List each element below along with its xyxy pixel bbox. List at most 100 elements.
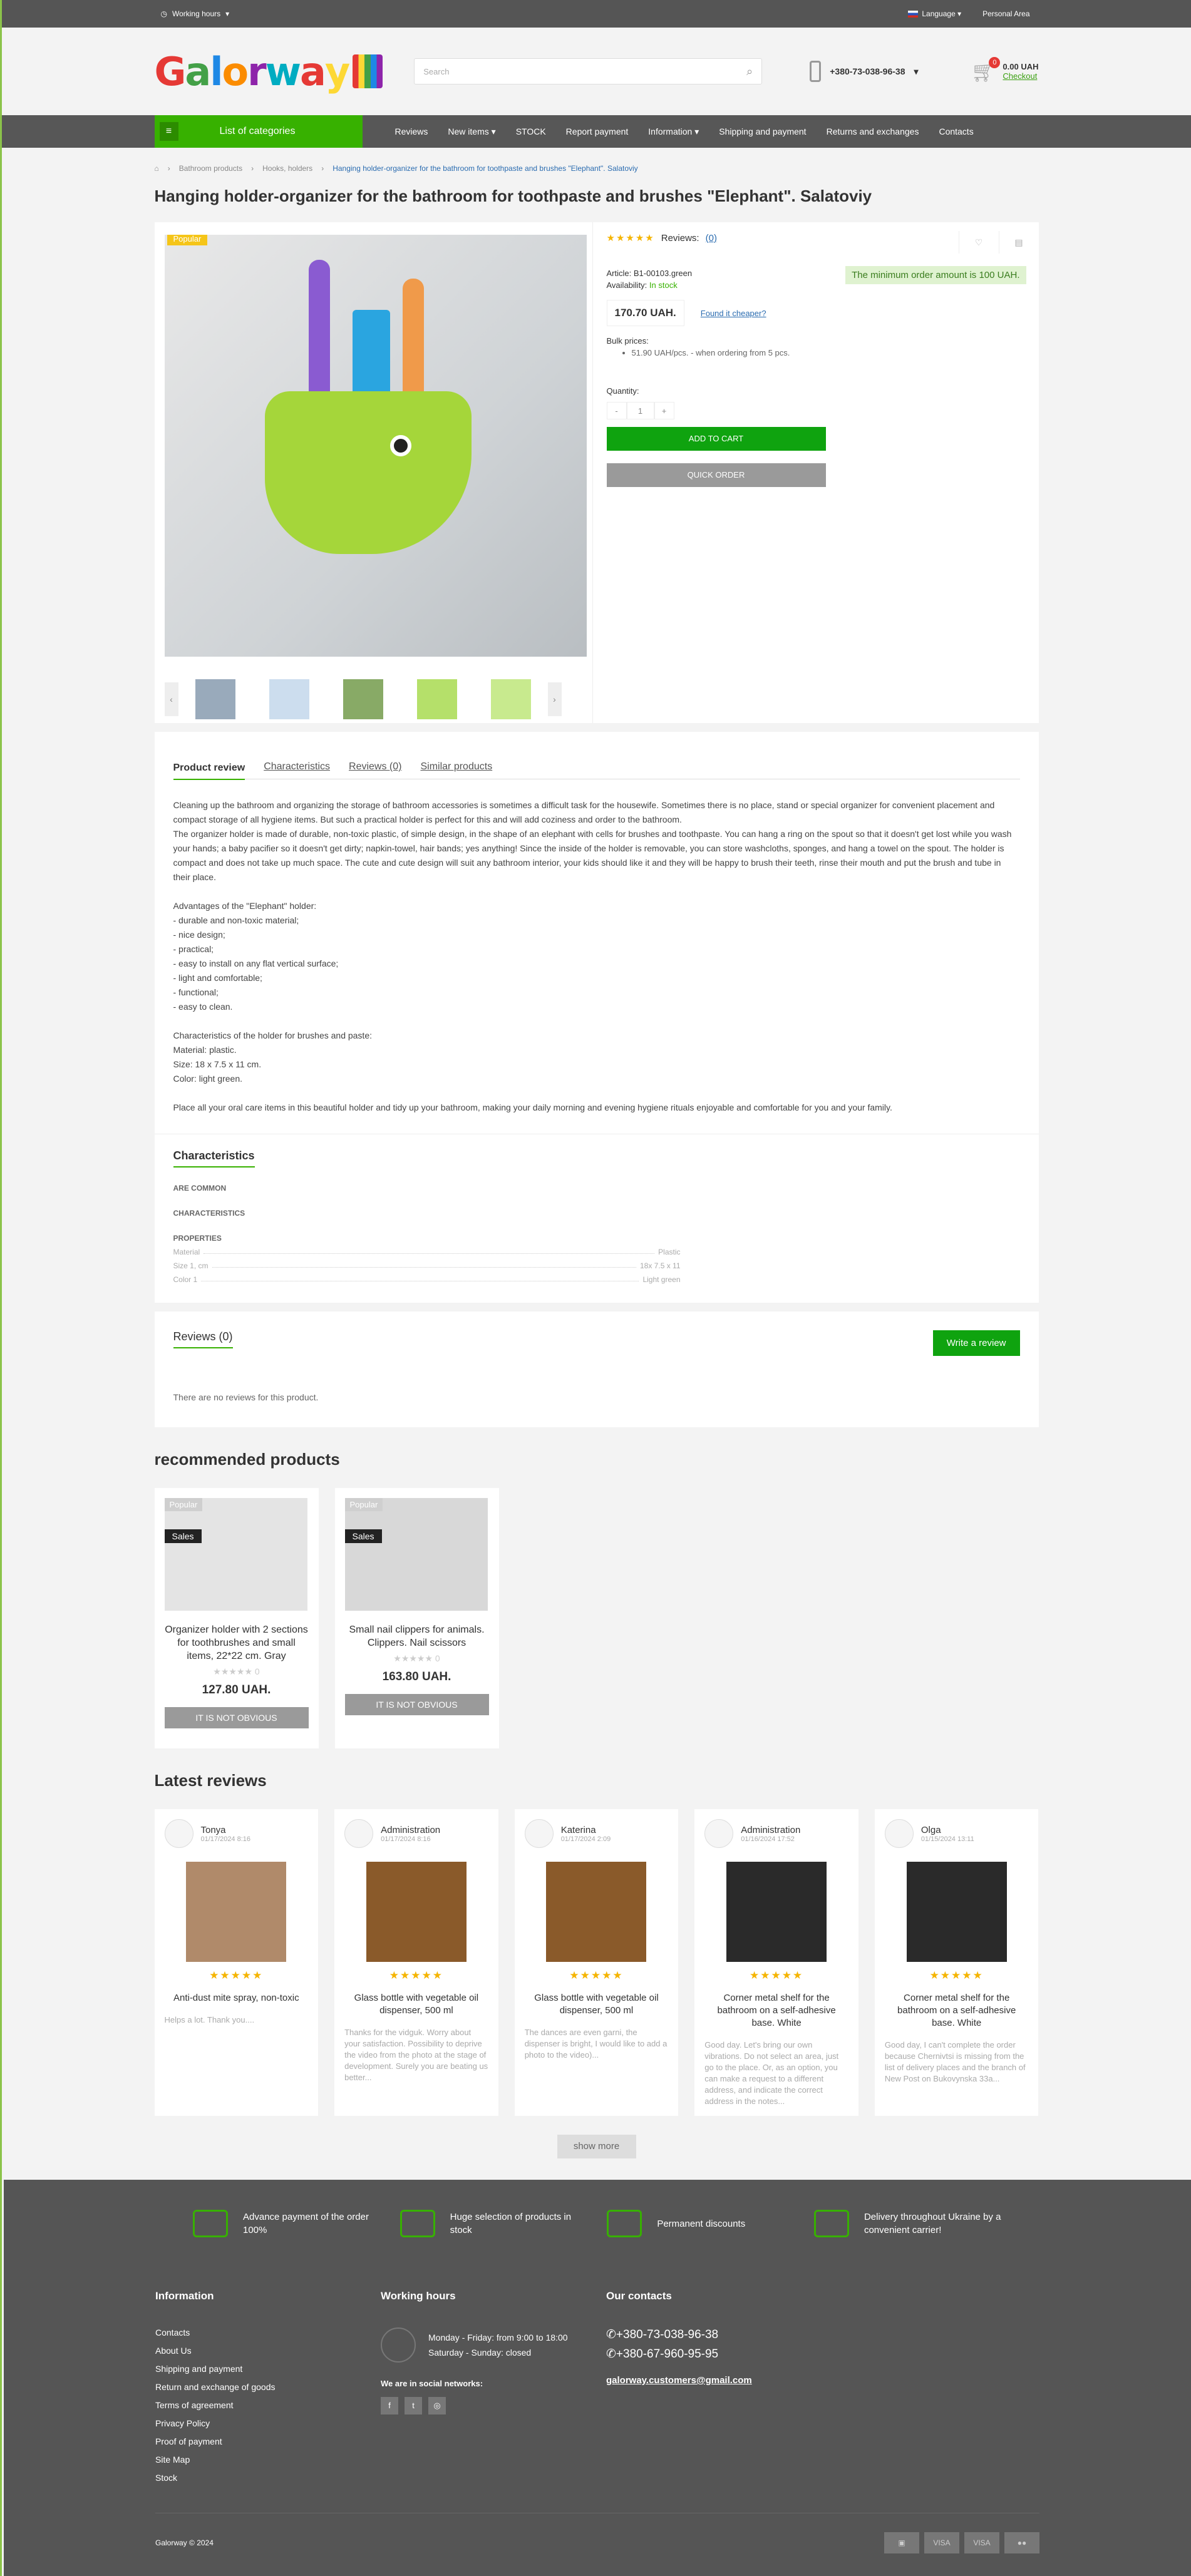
breadcrumb-item[interactable]: Hooks, holders [262,164,312,173]
write-review-button[interactable]: Write a review [932,1330,1020,1356]
home-icon[interactable]: ⌂ [155,164,159,173]
found-cheaper-link[interactable]: Found it cheaper? [701,309,766,318]
nav-returns[interactable]: Returns and exchanges [817,126,929,137]
availability-status: In stock [649,280,678,290]
phone-link[interactable]: ✆+380-73-038-96-38 [606,2327,832,2342]
payment-icons: ▣ VISA VISA ●● [884,2532,1039,2553]
review-date: 01/17/2024 8:16 [381,1835,431,1843]
cart-widget[interactable]: 🛒︎ 0 0.00 UAH Checkout [971,57,1039,83]
nav-contacts[interactable]: Contacts [929,126,983,137]
description-line: Characteristics of the holder for brushe… [173,1030,373,1040]
product-description: Cleaning up the bathroom and organizing … [173,779,1020,1115]
thumbnail[interactable] [416,679,457,719]
rating-stars: ★★★★★ [606,233,655,244]
nav-shipping[interactable]: Shipping and payment [709,126,816,137]
thumbnail[interactable] [343,679,383,719]
review-card[interactable]: Katerina 01/17/2024 2:09 ★★★★★ Glass bottle… [514,1809,679,2116]
review-product-image[interactable] [186,1862,287,1962]
nav-new-items[interactable]: New items ▾ [438,126,505,137]
reviewer-name: Olga [920,1824,941,1835]
phone-link[interactable]: ✆+380-67-960-95-95 [606,2347,832,2361]
not-obvious-button[interactable]: IT IS NOT OBVIOUS [344,1694,489,1715]
page-title: Hanging holder-organizer for the bathroo… [154,187,872,205]
increase-button[interactable]: + [654,402,674,419]
footer-link[interactable]: Proof of payment [155,2436,381,2446]
char-row: Size 1, cm 18x 7.5 x 11 [173,1261,681,1270]
footer-info: Information Contacts About Us Shipping and… [155,2290,381,2491]
compare-icon[interactable]: ▤ [998,231,1039,254]
review-product-image[interactable] [906,1862,1007,1962]
facebook-icon[interactable]: f [381,2397,398,2414]
twitter-icon[interactable]: t [405,2397,422,2414]
review-product-image[interactable] [366,1862,467,1962]
avatar [164,1819,193,1848]
feature-item: Delivery throughout Ukraine by a conveni… [813,2210,1002,2237]
review-product-image[interactable] [726,1862,827,1962]
review-product-title[interactable]: Anti-dust mite spray, non-toxic [165,1992,309,2004]
thumbnail[interactable] [195,679,235,719]
footer-link[interactable]: Return and exchange of goods [155,2382,381,2392]
categories-button[interactable]: ≡ List of categories [154,115,363,148]
footer-link[interactable]: Contacts [155,2327,381,2337]
working-hours-dropdown[interactable]: ◷ Working hours ▾ [161,9,230,18]
search-input[interactable]: Search ⌕ [414,58,763,85]
review-card[interactable]: Administration 01/16/2024 17:52 ★★★★★ Corne… [694,1809,858,2116]
quantity-input[interactable]: 1 [626,402,654,419]
footer-link[interactable]: Stock [155,2473,381,2483]
breadcrumb-item[interactable]: Bathroom products [179,164,242,173]
decrease-button[interactable]: - [606,402,627,419]
tab-reviews[interactable]: Reviews (0) [349,761,401,772]
review-card[interactable]: Olga 01/15/2024 13:11 ★★★★★ Corner metal sh… [874,1809,1039,2116]
review-product-image[interactable] [546,1862,647,1962]
tab-similar-products[interactable]: Similar products [420,761,492,772]
nav-reviews[interactable]: Reviews [385,126,438,137]
thumbnail[interactable] [490,679,531,719]
review-product-title[interactable]: Glass bottle with vegetable oil dispense… [525,1992,669,2017]
personal-area-link[interactable]: Personal Area [982,9,1029,18]
thumbnail[interactable] [269,679,309,719]
reviewer-name: Tonya [200,1824,226,1835]
footer-link[interactable]: Shipping and payment [155,2364,381,2374]
quick-order-button[interactable]: QUICK ORDER [606,463,826,487]
reviews-count-link[interactable]: (0) [706,233,717,244]
search-icon[interactable]: ⌕ [746,65,753,78]
checkout-link[interactable]: Checkout [1003,71,1037,81]
show-more-button[interactable]: show more [557,2135,636,2158]
review-card[interactable]: Tonya 01/17/2024 8:16 ★★★★★ Anti-dust mite … [154,1809,319,2116]
add-to-cart-button[interactable]: ADD TO CART [606,427,826,451]
nav-stock[interactable]: STOCK [506,126,556,137]
description-line: - light and comfortable; [173,973,262,983]
product-main-image[interactable]: Popular [164,235,587,657]
review-card[interactable]: Administration 01/17/2024 8:16 ★★★★★ Glass … [334,1809,498,2116]
footer-link[interactable]: Terms of agreement [155,2400,381,2410]
chevron-right-icon[interactable]: › [547,682,562,716]
footer-link[interactable]: About Us [155,2346,381,2356]
review-product-title[interactable]: Corner metal shelf for the bathroom on a… [885,1992,1029,2029]
tab-product-review[interactable]: Product review [173,762,245,780]
cart-icon[interactable]: 🛒︎ 0 [971,57,1001,83]
product-price: 170.70 UAH. [606,300,684,326]
instagram-icon[interactable]: ◎ [428,2397,446,2414]
chevron-left-icon[interactable]: ‹ [164,682,178,716]
email-link[interactable]: galorway.customers@gmail.com [606,2375,832,2386]
review-product-title[interactable]: Glass bottle with vegetable oil dispense… [344,1992,488,2017]
review-text: Good day, I can't complete the order bec… [884,2040,1026,2083]
description-line: Size: 18 x 7.5 x 11 cm. [173,1059,262,1069]
footer-link[interactable]: Privacy Policy [155,2418,381,2428]
heart-icon[interactable]: ♡ [958,231,999,254]
footer-link[interactable]: Site Map [155,2455,381,2465]
product-tabs-section: Product review Characteristics Reviews (… [154,723,1039,1134]
description-line: - easy to clean. [173,1002,233,1012]
review-product-title[interactable]: Corner metal shelf for the bathroom on a… [704,1992,848,2029]
site-logo[interactable]: Galorway [155,49,383,95]
rating-stars: ★★★★★ [929,1969,984,1981]
not-obvious-button[interactable]: IT IS NOT OBVIOUS [164,1707,309,1728]
nav-report-payment[interactable]: Report payment [556,126,639,137]
product-card-small[interactable]: Popular Sales Organizer holder with 2 sec… [154,1488,319,1748]
nav-information[interactable]: Information ▾ [638,126,709,137]
avatar [344,1819,374,1848]
tab-characteristics[interactable]: Characteristics [264,761,330,772]
product-card-small[interactable]: Popular Sales Small nail clippers for ani… [334,1488,499,1748]
phone-dropdown[interactable]: +380-73-038-96-38 ▾ [810,61,919,82]
language-selector[interactable]: Language ▾ [908,9,961,18]
